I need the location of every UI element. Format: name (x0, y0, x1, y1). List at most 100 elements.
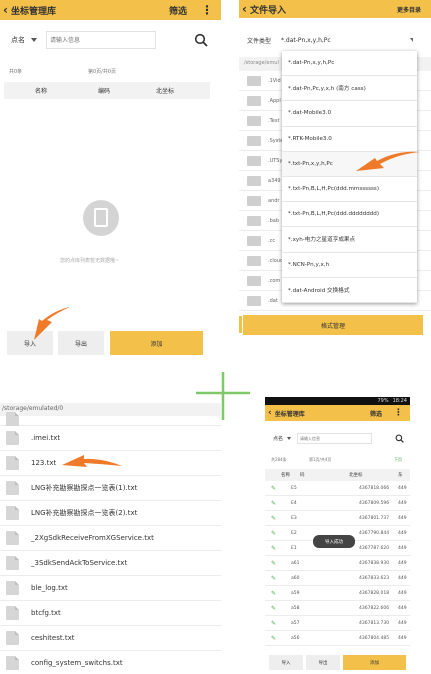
edit-pencil-icon[interactable]: ✎ (271, 575, 276, 582)
panel-file-browser: /storage/emulated/0 .imei.txt 123.txt LNG补… (0, 400, 221, 674)
file-type-option[interactable]: *.dat-Pn,Pc,y,x,h (南方 cass) (282, 76, 417, 102)
file-row[interactable]: LNG补充勘察勘探点一览表(2).txt (0, 501, 221, 526)
edit-pencil-icon[interactable]: ✎ (271, 590, 276, 597)
file-row-partial[interactable] (0, 411, 221, 426)
table-row[interactable]: ✎ a60 4367833.623 449 (265, 571, 410, 586)
file-type-select[interactable]: *.dat-Pn,x,y,h,Pc (281, 37, 331, 44)
edit-pencil-icon[interactable]: ✎ (271, 545, 276, 552)
import-button-label: 导入 (281, 660, 291, 666)
table-row[interactable]: ✎ a59 4367828.018 449 (265, 586, 410, 601)
north-coordinate: 4367804.485 (359, 636, 390, 641)
north-coordinate: 4367833.623 (359, 576, 390, 581)
edit-pencil-icon[interactable]: ✎ (271, 560, 276, 567)
file-row[interactable]: 123.txt (0, 451, 221, 476)
file-row[interactable]: ble_log.txt (0, 576, 221, 601)
export-button[interactable]: 导出 (58, 331, 104, 355)
north-coordinate: 4367813.730 (359, 621, 390, 626)
file-type-option[interactable]: *.dat-Android 交换格式 (282, 278, 417, 303)
folder-icon (247, 255, 261, 266)
more-directories-button[interactable]: 更多目录 (397, 5, 421, 14)
file-type-option[interactable]: *.NCN-Pn,y,x,h (282, 253, 417, 278)
folder-icon (247, 275, 261, 286)
search-input[interactable] (297, 432, 373, 444)
export-button[interactable]: 导出 (306, 655, 340, 670)
next-page-link[interactable]: 下页 (394, 457, 402, 463)
back-arrow-icon[interactable]: ‹ (3, 3, 8, 17)
table-row[interactable]: ✎ a56 4367804.485 449 (265, 631, 410, 646)
dropdown-caret-icon[interactable] (287, 436, 292, 440)
filter-button[interactable]: 筛选 (370, 409, 382, 418)
file-name: LNG补充勘察勘探点一览表(2).txt (31, 509, 138, 517)
file-type-option[interactable]: *.txt-Pn,x,y,h,Pc (282, 151, 417, 177)
folder-icon (247, 155, 261, 166)
folder-name: .1Vid (268, 77, 281, 84)
north-coordinate: 4367809.596 (359, 501, 390, 506)
back-arrow-icon[interactable]: ‹ (268, 408, 272, 418)
file-type-option-label: *.dat-Mobile3.0 (288, 110, 332, 117)
edit-pencil-icon[interactable]: ✎ (271, 515, 276, 522)
file-row[interactable]: ceshitest.txt (0, 626, 221, 651)
file-type-option[interactable]: *.RTK-Mobile3.0 (282, 127, 417, 152)
edit-pencil-icon[interactable]: ✎ (271, 500, 276, 507)
file-type-option-label: *.dat-Android 交换格式 (288, 287, 350, 294)
search-icon[interactable] (194, 33, 208, 47)
add-button[interactable]: 添加 (110, 331, 203, 355)
more-menu-icon[interactable]: ⋮ (394, 408, 403, 418)
file-row[interactable]: LNG补充勘察勘探点一览表(1).txt (0, 476, 221, 501)
file-type-option[interactable]: *.xyh-电力之星道亨成果点 (282, 227, 417, 253)
table-row[interactable]: ✎ a57 4367813.730 449 (265, 616, 410, 631)
file-name: _2XgSdkReceiveFromXGService.txt (31, 534, 154, 542)
format-management-button[interactable]: 格式管理 (243, 315, 423, 335)
back-arrow-icon[interactable]: ‹ (242, 2, 247, 16)
table-row[interactable]: ✎ a58 4367822.606 449 (265, 601, 410, 616)
folder-name: .Appl (268, 97, 281, 104)
file-type-option[interactable]: *.dat-Pn,x,y,h,Pc (282, 51, 417, 77)
file-icon (6, 581, 19, 595)
dropdown-caret-icon[interactable] (31, 38, 37, 42)
file-row[interactable]: _3SdkSendAckToService.txt (0, 551, 221, 576)
import-button[interactable]: 导入 (269, 655, 303, 670)
east-coordinate: 449 (398, 516, 407, 521)
folder-icon (247, 75, 261, 86)
add-button[interactable]: 添加 (343, 655, 406, 670)
filter-button[interactable]: 筛选 (169, 4, 187, 17)
edit-pencil-icon[interactable]: ✎ (271, 635, 276, 642)
file-row[interactable]: .imei.txt (0, 426, 221, 451)
search-input[interactable] (46, 31, 156, 49)
folder-name: .com (268, 277, 281, 284)
folder-name: .cc (268, 237, 276, 244)
file-type-option[interactable]: *.dat-Mobile3.0 (282, 101, 417, 127)
table-row[interactable]: ✎ a61 4367838.930 449 (265, 556, 410, 571)
search-bar: 点名 (265, 431, 410, 445)
file-type-option-label: *.dat-Pn,Pc,y,x,h (南方 cass) (288, 86, 366, 93)
point-name: E2 (291, 531, 297, 536)
app-header: ‹ 坐标管理库 筛选 ⋮ (265, 405, 410, 421)
file-row[interactable]: _2XgSdkReceiveFromXGService.txt (0, 526, 221, 551)
table-row[interactable]: ✎ E5 4367818.066 449 (265, 481, 410, 496)
panel-file-import: ‹ 文件导入 更多目录 文件类型 *.dat-Pn,x,y,h,Pc /stor… (239, 0, 431, 365)
north-coordinate: 4367828.018 (359, 591, 390, 596)
search-icon[interactable] (395, 434, 404, 443)
file-icon (6, 411, 19, 426)
file-type-option[interactable]: *.txt-Pn,B,L,H,Pc(ddd.mmssssss) (282, 177, 417, 203)
edit-pencil-icon[interactable]: ✎ (271, 605, 276, 612)
file-name: btcfg.txt (31, 609, 61, 617)
edit-pencil-icon[interactable]: ✎ (271, 530, 276, 537)
file-type-option[interactable]: *.txt-Pn,B,L,H,Pc(ddd.dddddddd) (282, 202, 417, 228)
import-header: ‹ 文件导入 更多目录 (239, 0, 431, 18)
table-row[interactable]: ✎ E4 4367809.596 449 (265, 496, 410, 511)
east-coordinate: 449 (398, 561, 407, 566)
select-caret-icon[interactable] (410, 38, 413, 42)
import-title: 文件导入 (249, 5, 286, 16)
folder-icon (247, 195, 261, 206)
table-row[interactable]: ✎ E3 4367801.737 449 (265, 511, 410, 526)
edit-pencil-icon[interactable]: ✎ (271, 485, 276, 492)
table-header: 名称 码 北坐标 东 (265, 469, 410, 481)
edit-pencil-icon[interactable]: ✎ (271, 620, 276, 627)
more-menu-icon[interactable]: ⋮ (201, 3, 213, 17)
import-button[interactable]: 导入 (7, 331, 53, 355)
file-type-option-label: *.RTK-Mobile3.0 (288, 135, 332, 142)
file-row[interactable]: config_system_switchs.txt (0, 651, 221, 674)
file-row[interactable]: btcfg.txt (0, 601, 221, 626)
point-name: a60 (291, 576, 300, 581)
